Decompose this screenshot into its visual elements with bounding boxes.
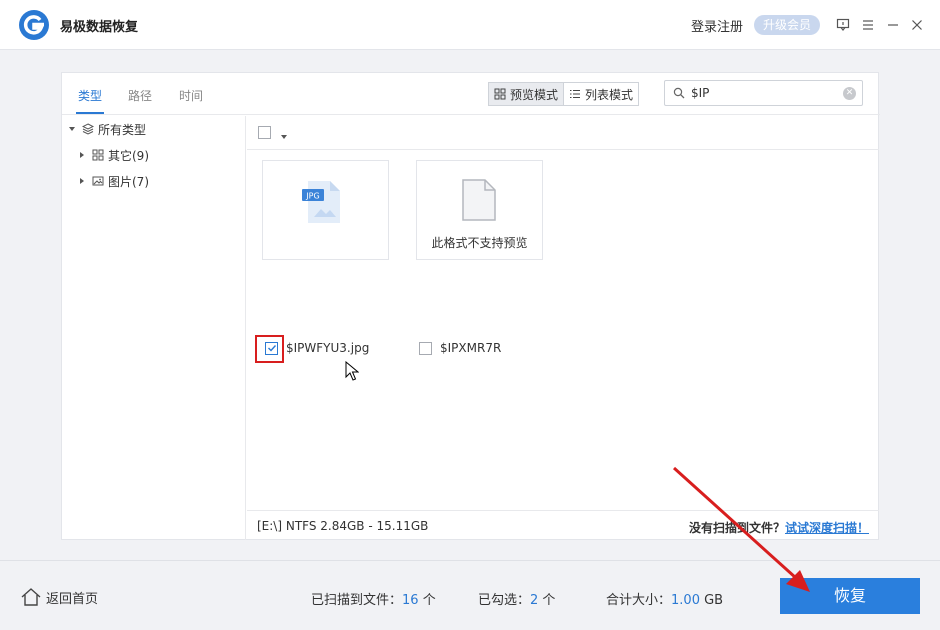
view-mode-toggle: 预览模式 列表模式: [488, 82, 640, 106]
tree-label-all-types: 所有类型: [98, 122, 147, 137]
preview-mode-button[interactable]: 预览模式: [488, 82, 565, 106]
highlight-box: [255, 335, 284, 363]
layers-icon: [82, 123, 94, 135]
tab-time[interactable]: 时间: [179, 87, 203, 104]
search-input[interactable]: [691, 84, 841, 102]
selected-label: 已勾选：: [478, 593, 531, 608]
grid-icon: [92, 149, 104, 161]
preview-mode-label: 预览模式: [510, 87, 559, 102]
tree-item-all-types[interactable]: 所有类型: [66, 120, 146, 138]
caret-right-icon[interactable]: [76, 151, 88, 159]
blank-file-icon: [462, 179, 496, 221]
bottom-bar: 返回首页 已扫描到文件：16 个 已勾选：2 个 合计大小：1.00 GB 恢复: [0, 560, 940, 630]
tab-type[interactable]: 类型: [78, 87, 102, 104]
file-name: $IPWFYU3.jpg: [286, 341, 370, 355]
tab-path[interactable]: 路径: [128, 87, 152, 104]
status-bar: [E:\] NTFS 2.84GB - 15.11GB 没有扫描到文件？试试深度…: [247, 510, 879, 540]
filter-tabs: 类型 路径 时间 预览模式 列表模式 ✕: [62, 73, 880, 115]
login-register-link[interactable]: 登录注册: [691, 16, 743, 35]
size-label: 合计大小：: [606, 593, 672, 608]
feedback-icon[interactable]: [832, 14, 854, 36]
app-logo-icon: [19, 10, 49, 40]
file-thumbnail[interactable]: JPG: [262, 160, 389, 260]
file-checkbox[interactable]: [419, 341, 432, 355]
active-tab-underline: [76, 112, 104, 114]
home-icon: [21, 588, 41, 606]
unsupported-preview-text: 此格式不支持预览: [431, 236, 528, 250]
no-file-text: 没有扫描到文件？: [688, 521, 785, 535]
tree-item-images[interactable]: 图片(7): [76, 172, 149, 190]
deep-scan-link[interactable]: 试试深度扫描！: [785, 521, 869, 535]
drive-info: [E:\] NTFS 2.84GB - 15.11GB: [257, 519, 429, 533]
tree-item-other[interactable]: 其它(9): [76, 146, 149, 164]
back-home-button[interactable]: 返回首页: [20, 587, 98, 607]
select-all-checkbox[interactable]: [258, 126, 271, 139]
scanned-count: 16: [402, 593, 419, 608]
title-bar: 易极数据恢复 登录注册 升级会员: [0, 0, 940, 50]
svg-text:JPG: JPG: [305, 192, 319, 201]
caret-down-icon[interactable]: [66, 125, 78, 133]
menu-icon[interactable]: [857, 14, 879, 36]
file-content-area: JPG 此格式不支持预览 $IPWFYU3.jpg $IPXMR7R [E:\]…: [247, 116, 879, 540]
tree-label-images: 图片(7): [108, 174, 149, 189]
back-home-label: 返回首页: [46, 591, 99, 607]
category-tree: 所有类型 其它(9) 图片(7): [62, 116, 246, 540]
image-icon: [92, 175, 104, 187]
selected-unit: 个: [538, 593, 556, 608]
app-title: 易极数据恢复: [60, 20, 139, 35]
minimize-icon[interactable]: [882, 14, 904, 36]
size-unit: GB: [699, 593, 724, 608]
size-value: 1.00: [671, 593, 700, 608]
upgrade-member-button[interactable]: 升级会员: [754, 15, 820, 35]
grid-icon: [494, 88, 506, 100]
scanned-unit: 个: [418, 593, 436, 608]
scanned-label: 已扫描到文件：: [311, 593, 403, 608]
file-thumbnail[interactable]: 此格式不支持预览: [416, 160, 543, 260]
close-icon[interactable]: [906, 14, 928, 36]
mouse-cursor-icon: [345, 361, 359, 381]
total-size-stat: 合计大小：1.00 GB: [606, 589, 723, 608]
search-icon: [673, 87, 685, 102]
content-toolbar: [247, 116, 879, 150]
main-panel: 类型 路径 时间 预览模式 列表模式 ✕: [61, 72, 880, 540]
file-name: $IPXMR7R: [440, 341, 502, 355]
clear-search-icon[interactable]: ✕: [843, 87, 856, 100]
caret-right-icon[interactable]: [76, 177, 88, 185]
deep-scan-prompt: 没有扫描到文件？试试深度扫描！: [689, 519, 869, 536]
recover-button[interactable]: 恢复: [780, 578, 920, 614]
selected-files-stat: 已勾选：2 个: [478, 589, 555, 608]
jpg-file-icon: JPG: [302, 181, 340, 223]
caret-down-icon[interactable]: [280, 129, 288, 143]
list-mode-label: 列表模式: [585, 87, 634, 102]
list-mode-button[interactable]: 列表模式: [564, 82, 640, 106]
scanned-files-stat: 已扫描到文件：16 个: [311, 589, 436, 608]
list-icon: [569, 88, 581, 100]
file-item[interactable]: $IPXMR7R: [419, 341, 501, 355]
search-box: ✕: [664, 80, 863, 106]
tree-label-other: 其它(9): [108, 148, 149, 163]
